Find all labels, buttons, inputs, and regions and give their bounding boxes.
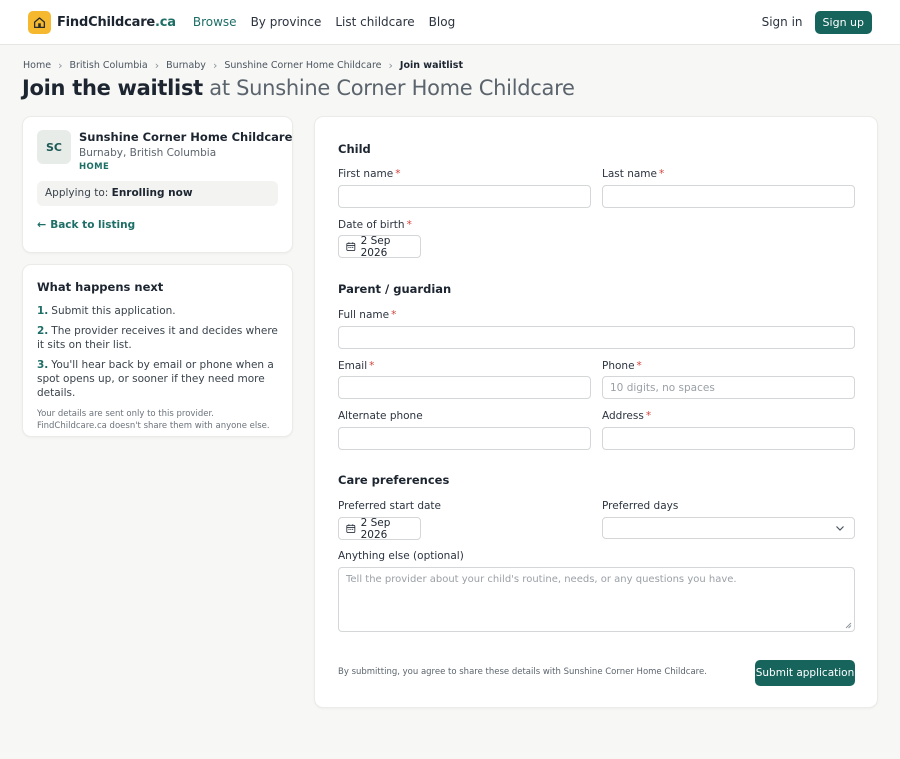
chevron-right-icon: › [388,59,393,72]
page-title-strong: Join the waitlist [22,76,203,100]
step-item: 1. Submit this application. [37,304,278,318]
alternate-phone-label: Alternate phone [338,410,423,422]
date-of-birth-value: 2 Sep 2026 [360,234,391,259]
address-input[interactable] [602,427,855,450]
notes-placeholder: Tell the provider about your child's rou… [346,574,737,585]
chevron-right-icon: › [58,59,63,72]
top-navigation-bar: FindChildcare.ca Browse By province List… [0,0,900,45]
first-name-label: First name * [338,168,401,180]
page-title: Join the waitlist at Sunshine Corner Hom… [22,76,575,100]
section-title-child: Child [338,142,371,156]
chevron-right-icon: › [212,59,218,72]
email-label: Email * [338,360,375,372]
breadcrumb-province[interactable]: British Columbia [69,60,147,71]
applying-value: Enrolling now [111,187,193,199]
back-to-listing-label: Back to listing [50,218,136,231]
what-happens-next-card: What happens next 1. Submit this applicat… [22,264,293,437]
applying-label: Applying to: [45,187,112,199]
full-name-input[interactable] [338,326,855,349]
notes-textarea[interactable]: Tell the provider about your child's rou… [338,567,855,632]
step-text: Submit this application. [51,305,176,317]
step-text: You'll hear back by email or phone when … [37,359,274,399]
account-actions: Sign in Sign up [762,10,872,34]
provider-info: Sunshine Corner Home Childcare Burnaby, … [79,130,292,172]
date-of-birth-input[interactable]: 2 Sep 2026 [338,234,421,259]
main-nav: Browse By province List childcare Blog [193,15,469,29]
step-text: The provider receives it and decides whe… [37,325,278,351]
nav-list-childcare[interactable]: List childcare [335,15,414,29]
steps-list: 1. Submit this application. 2. The provide… [37,304,278,400]
provider-location: Burnaby, British Columbia [79,147,217,159]
terms-note: By submitting, you agree to share these … [338,667,707,677]
sign-in-link[interactable]: Sign in [762,15,803,29]
phone-input[interactable]: 10 digits, no spaces [602,376,855,399]
calendar-icon [346,524,356,533]
applying-status: Applying to: Enrolling now [37,181,278,206]
section-title-care: Care preferences [338,473,450,487]
provider-summary-card: SC Sunshine Corner Home Childcare Burnab… [22,116,293,253]
breadcrumb-current: Join waitlist [399,60,464,71]
start-date-value: 2 Sep 2026 [360,516,391,541]
provider-name: Sunshine Corner Home Childcare [79,130,293,144]
back-to-listing-link[interactable]: ← Back to listing [37,218,278,231]
step-number: 3. [37,359,49,371]
chevron-right-icon: › [154,59,160,72]
step-item: 3. You'll hear back by email or phone whe… [37,358,278,400]
calendar-icon [346,242,356,251]
phone-placeholder: 10 digits, no spaces [610,381,715,394]
what-happens-next-title: What happens next [37,280,164,294]
provider-avatar: SC [37,130,71,164]
privacy-note: Your details are sent only to this provi… [37,409,270,431]
nav-blog[interactable]: Blog [429,15,456,29]
full-name-label: Full name * [338,309,397,321]
chevron-down-icon [836,526,844,531]
start-date-label: Preferred start date [338,500,442,512]
step-item: 2. The provider receives it and decides w… [37,324,278,352]
last-name-input[interactable] [602,185,855,208]
breadcrumb-city[interactable]: Burnaby [166,60,206,71]
email-input[interactable] [338,376,591,399]
site-logo[interactable]: FindChildcare.ca [28,10,176,34]
page-title-provider: at Sunshine Corner Home Childcare [202,76,575,100]
waitlist-form: Child First name * Last name * Date of bir… [314,116,878,708]
arrow-left-icon: ← [37,218,47,231]
step-number: 2. [37,325,49,337]
last-name-label: Last name * [602,168,665,180]
phone-label: Phone * [602,360,642,372]
address-label: Address * [602,410,652,422]
breadcrumb: Home › British Columbia › Burnaby › Suns… [23,59,463,72]
notes-label: Anything else (optional) [338,550,464,562]
start-date-input[interactable]: 2 Sep 2026 [338,516,421,541]
provider-header: SC Sunshine Corner Home Childcare Burnab… [37,130,292,172]
date-of-birth-label: Date of birth * [338,219,412,231]
step-number: 1. [37,305,49,317]
breadcrumb-home[interactable]: Home [23,60,51,71]
preferred-days-label: Preferred days [602,500,679,512]
submit-application-button[interactable]: Submit application [755,660,855,686]
nav-by-province[interactable]: By province [251,15,322,29]
first-name-input[interactable] [338,185,591,208]
breadcrumb-provider[interactable]: Sunshine Corner Home Childcare [224,60,381,71]
sign-up-button[interactable]: Sign up [814,10,872,34]
nav-browse[interactable]: Browse [193,15,237,29]
preferred-days-select[interactable] [602,517,855,539]
provider-type-badge: HOME [79,162,110,172]
resize-handle-icon[interactable] [845,622,852,629]
home-icon [28,10,51,34]
alternate-phone-input[interactable] [338,427,591,450]
site-logo-text: FindChildcare.ca [57,14,176,30]
section-title-parent: Parent / guardian [338,282,452,296]
